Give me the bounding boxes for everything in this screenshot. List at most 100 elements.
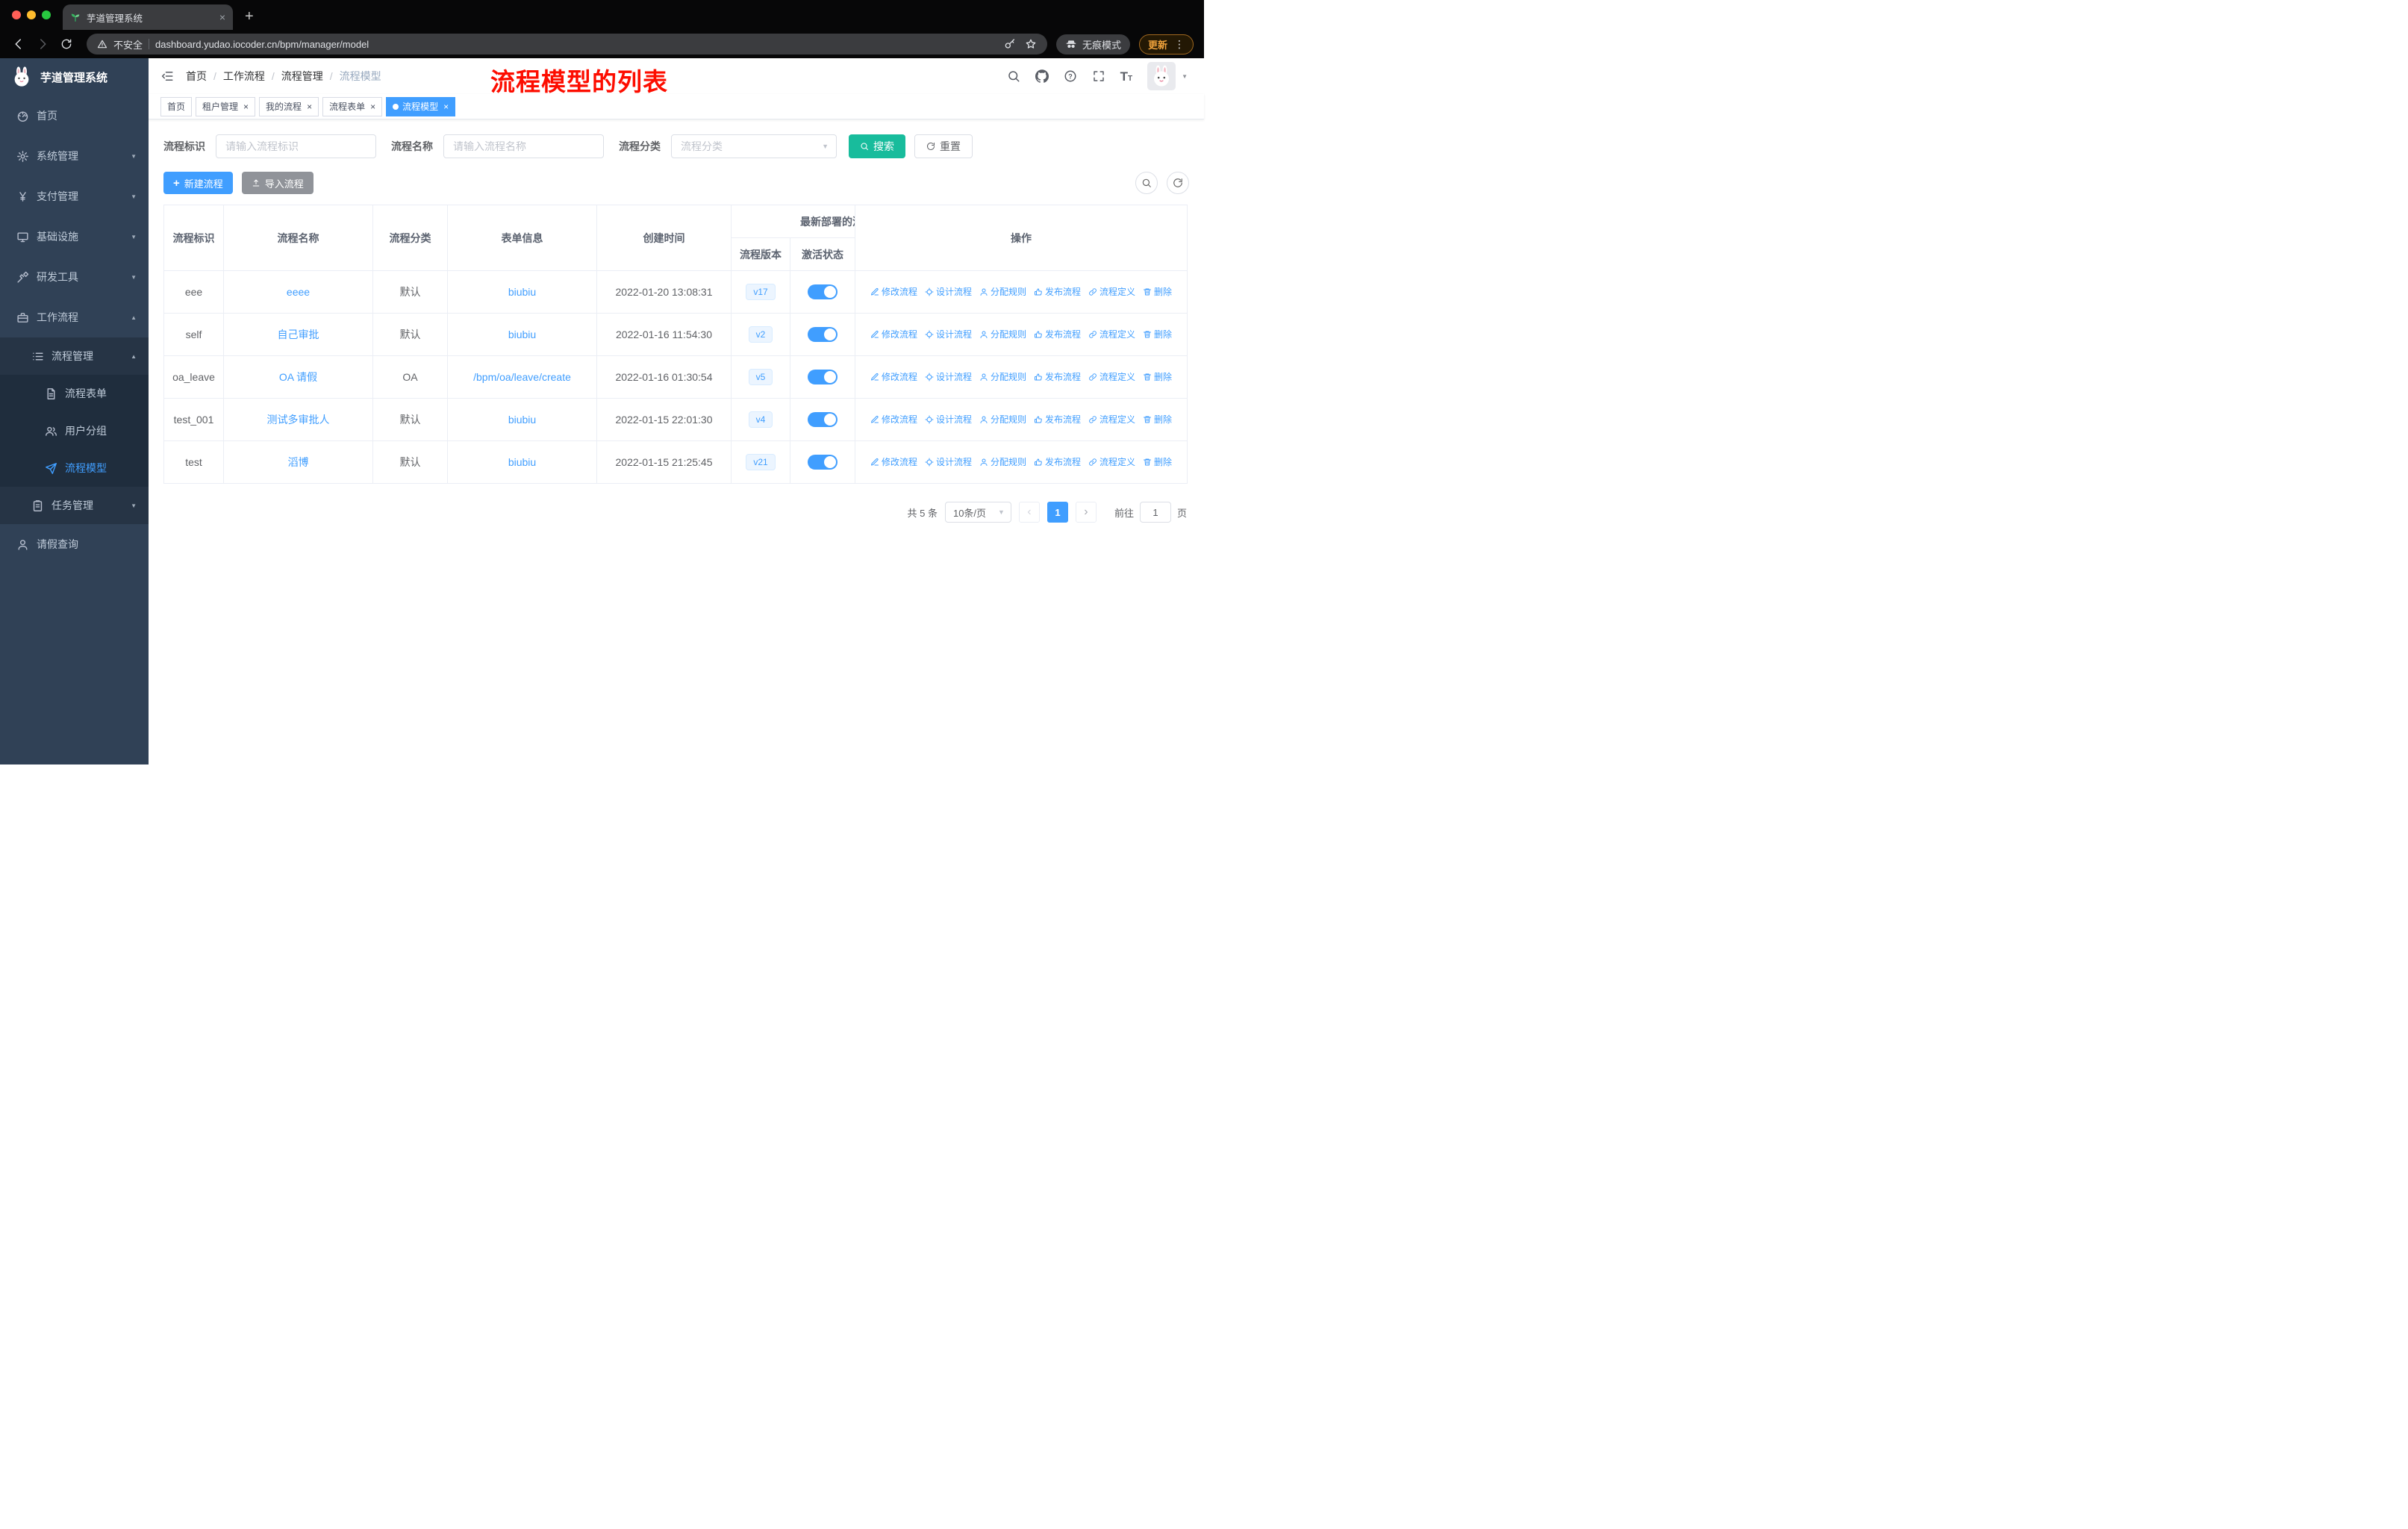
- tab-close-icon[interactable]: ×: [219, 11, 225, 23]
- row-action-edit[interactable]: 修改流程: [870, 285, 917, 298]
- row-action-definition[interactable]: 流程定义: [1088, 413, 1135, 426]
- breadcrumb-item[interactable]: 首页: [186, 69, 207, 84]
- row-action-assign[interactable]: 分配规则: [979, 285, 1026, 298]
- header-search-icon[interactable]: [1007, 69, 1020, 83]
- tag-流程表单[interactable]: 流程表单 ×: [322, 96, 383, 116]
- new-tab-button[interactable]: +: [245, 9, 254, 24]
- filter-key-input[interactable]: [216, 134, 376, 158]
- refresh-table-button[interactable]: [1167, 172, 1189, 194]
- browser-tab[interactable]: 芋道管理系统 ×: [63, 4, 233, 30]
- row-action-edit[interactable]: 修改流程: [870, 328, 917, 340]
- window-zoom-button[interactable]: [42, 10, 51, 19]
- process-name-link[interactable]: eeee: [287, 286, 310, 298]
- row-action-definition[interactable]: 流程定义: [1088, 455, 1135, 468]
- avatar[interactable]: [1147, 62, 1176, 90]
- url-bar[interactable]: 不安全 dashboard.yudao.iocoder.cn/bpm/manag…: [87, 34, 1047, 55]
- row-action-delete[interactable]: 删除: [1143, 413, 1172, 426]
- row-action-assign[interactable]: 分配规则: [979, 328, 1026, 340]
- security-label[interactable]: 不安全: [113, 37, 143, 52]
- sidebar-item-process-management[interactable]: 流程管理 ▲: [0, 337, 149, 375]
- sidebar-item-dev-tools[interactable]: 研发工具 ▼: [0, 257, 149, 297]
- prev-page-button[interactable]: ‹: [1018, 502, 1040, 523]
- version-badge[interactable]: v4: [748, 411, 773, 428]
- browser-update-button[interactable]: 更新 ⋮: [1138, 34, 1194, 55]
- form-info-link[interactable]: biubiu: [508, 286, 536, 298]
- next-page-button[interactable]: ›: [1075, 502, 1097, 523]
- tag-close-icon[interactable]: ×: [443, 102, 449, 111]
- row-action-assign[interactable]: 分配规则: [979, 455, 1026, 468]
- row-action-publish[interactable]: 发布流程: [1034, 455, 1081, 468]
- form-info-link[interactable]: /bpm/oa/leave/create: [473, 371, 571, 383]
- version-badge[interactable]: v17: [746, 284, 776, 300]
- active-toggle[interactable]: [808, 284, 838, 299]
- active-toggle[interactable]: [808, 412, 838, 427]
- row-action-design[interactable]: 设计流程: [925, 328, 972, 340]
- search-button[interactable]: 搜索: [849, 134, 905, 158]
- row-action-publish[interactable]: 发布流程: [1034, 328, 1081, 340]
- tag-close-icon[interactable]: ×: [370, 102, 375, 111]
- help-icon[interactable]: ?: [1064, 69, 1077, 83]
- breadcrumb-item[interactable]: 流程管理: [281, 69, 323, 84]
- current-page-button[interactable]: 1: [1047, 502, 1068, 523]
- version-badge[interactable]: v2: [748, 326, 773, 343]
- tag-首页[interactable]: 首页: [160, 96, 193, 116]
- row-action-design[interactable]: 设计流程: [925, 285, 972, 298]
- row-action-definition[interactable]: 流程定义: [1088, 328, 1135, 340]
- goto-page-input[interactable]: [1139, 502, 1171, 523]
- row-action-delete[interactable]: 删除: [1143, 285, 1172, 298]
- row-action-delete[interactable]: 删除: [1143, 455, 1172, 468]
- active-toggle[interactable]: [808, 370, 838, 384]
- tag-我的流程[interactable]: 我的流程 ×: [259, 96, 319, 116]
- process-name-link[interactable]: OA 请假: [279, 371, 317, 383]
- row-action-publish[interactable]: 发布流程: [1034, 285, 1081, 298]
- sidebar-item-infrastructure[interactable]: 基础设施 ▼: [0, 217, 149, 257]
- sidebar-item-system-management[interactable]: 系统管理 ▼: [0, 136, 149, 176]
- row-action-design[interactable]: 设计流程: [925, 413, 972, 426]
- row-action-publish[interactable]: 发布流程: [1034, 370, 1081, 383]
- sidebar-item-workflow[interactable]: 工作流程 ▲: [0, 297, 149, 337]
- browser-menu-icon[interactable]: ⋮: [1174, 38, 1185, 51]
- key-icon[interactable]: [1004, 38, 1016, 50]
- sidebar-toggle-button[interactable]: [149, 69, 186, 83]
- avatar-caret-icon[interactable]: ▼: [1182, 73, 1188, 80]
- row-action-definition[interactable]: 流程定义: [1088, 370, 1135, 383]
- form-info-link[interactable]: biubiu: [508, 414, 536, 426]
- reset-button[interactable]: 重置: [914, 134, 973, 158]
- tag-流程模型[interactable]: 流程模型 ×: [386, 96, 456, 116]
- row-action-delete[interactable]: 删除: [1143, 328, 1172, 340]
- tag-close-icon[interactable]: ×: [243, 102, 249, 111]
- window-minimize-button[interactable]: [27, 10, 36, 19]
- process-name-link[interactable]: 测试多审批人: [267, 414, 330, 426]
- row-action-definition[interactable]: 流程定义: [1088, 285, 1135, 298]
- row-action-edit[interactable]: 修改流程: [870, 455, 917, 468]
- row-action-edit[interactable]: 修改流程: [870, 413, 917, 426]
- create-process-button[interactable]: + 新建流程: [163, 172, 233, 194]
- row-action-design[interactable]: 设计流程: [925, 455, 972, 468]
- sidebar-item-process-form[interactable]: 流程表单: [0, 375, 149, 412]
- breadcrumb-item[interactable]: 工作流程: [223, 69, 265, 84]
- process-name-link[interactable]: 滔博: [288, 456, 309, 468]
- process-name-link[interactable]: 自己审批: [278, 328, 319, 340]
- active-toggle[interactable]: [808, 327, 838, 342]
- filter-name-input[interactable]: [443, 134, 604, 158]
- page-size-select[interactable]: 10条/页 ▼: [944, 502, 1011, 523]
- sidebar-item-home[interactable]: 首页: [0, 96, 149, 136]
- sidebar-item-leave-query[interactable]: 请假查询: [0, 524, 149, 564]
- forward-button[interactable]: [31, 33, 54, 55]
- row-action-assign[interactable]: 分配规则: [979, 413, 1026, 426]
- sidebar-item-payment-management[interactable]: 支付管理 ▼: [0, 176, 149, 217]
- version-badge[interactable]: v5: [748, 369, 773, 385]
- tag-租户管理[interactable]: 租户管理 ×: [196, 96, 256, 116]
- back-button[interactable]: [7, 33, 30, 55]
- bookmark-star-icon[interactable]: [1025, 38, 1037, 50]
- row-action-delete[interactable]: 删除: [1143, 370, 1172, 383]
- row-action-assign[interactable]: 分配规则: [979, 370, 1026, 383]
- form-info-link[interactable]: biubiu: [508, 328, 536, 340]
- fullscreen-icon[interactable]: [1092, 69, 1105, 83]
- sidebar-item-process-model[interactable]: 流程模型: [0, 449, 149, 487]
- version-badge[interactable]: v21: [746, 454, 776, 470]
- show-search-toggle-button[interactable]: [1135, 172, 1158, 194]
- font-size-icon[interactable]: TT: [1120, 70, 1133, 83]
- sidebar-item-user-group[interactable]: 用户分组: [0, 412, 149, 449]
- reload-button[interactable]: [55, 33, 78, 55]
